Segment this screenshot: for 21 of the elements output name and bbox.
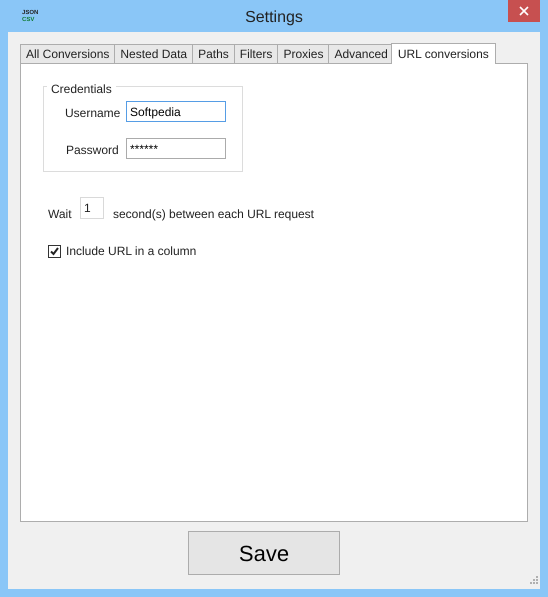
tab[interactable]: All Conversions <box>20 44 116 63</box>
save-button[interactable]: Save <box>188 531 340 575</box>
tab[interactable]: Paths <box>192 44 235 63</box>
tab[interactable]: Advanced <box>328 44 394 63</box>
tab[interactable]: Proxies <box>277 44 330 63</box>
close-icon <box>519 6 529 16</box>
tab[interactable]: Nested Data <box>114 44 194 63</box>
wait-seconds-field[interactable]: 1 <box>80 197 104 219</box>
password-field[interactable]: ****** <box>126 138 226 159</box>
wait-description: second(s) between each URL request <box>113 206 314 223</box>
tab[interactable]: Filters <box>234 44 278 63</box>
resize-grip-icon <box>530 576 538 584</box>
window-title: Settings <box>245 8 303 28</box>
field-label: Username <box>65 105 120 122</box>
tab[interactable]: URL conversions <box>390 43 496 64</box>
field-label: Password <box>66 142 119 159</box>
include-url-label: Include URL in a column <box>66 243 196 260</box>
include-url-checkbox[interactable] <box>48 244 61 258</box>
wait-label: Wait <box>48 206 72 223</box>
close-button[interactable] <box>508 0 540 22</box>
username-field[interactable]: Softpedia <box>126 101 226 122</box>
